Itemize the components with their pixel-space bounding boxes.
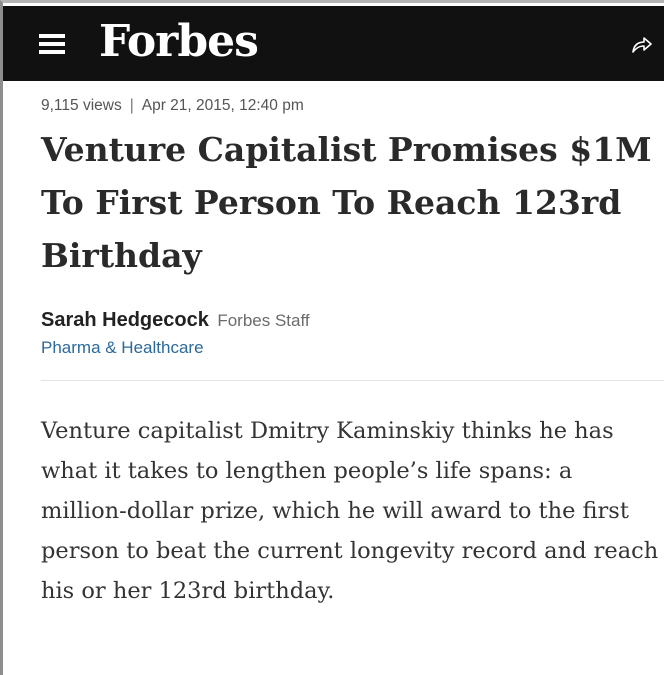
byline-divider: [41, 380, 664, 381]
author-role: Forbes Staff: [217, 311, 310, 330]
article-headline: Venture Capitalist Promises $1M To First…: [41, 130, 652, 275]
menu-line: [39, 50, 65, 54]
share-arrow-icon[interactable]: [630, 32, 654, 56]
author-name-link[interactable]: Sarah Hedgecock: [41, 309, 209, 331]
menu-line: [39, 34, 65, 38]
forbes-logo[interactable]: Forbes: [99, 12, 259, 72]
menu-line: [39, 42, 65, 46]
view-count: 9,115 views: [41, 97, 122, 114]
channel-link[interactable]: Pharma & Healthcare: [41, 338, 204, 358]
hamburger-menu-icon[interactable]: [39, 34, 65, 54]
byline: Sarah Hedgecock Forbes Staff: [41, 309, 310, 332]
meta-separator: |: [129, 97, 134, 114]
article-lead-paragraph: Venture capitalist Dmitry Kaminskiy thin…: [41, 418, 659, 604]
article-meta: 9,115 views | Apr 21, 2015, 12:40 pm: [41, 97, 304, 115]
app-frame: Forbes 9,115 views | Apr 21, 2015, 12:40 p…: [0, 0, 664, 675]
top-navigation-bar: Forbes: [3, 6, 664, 81]
publish-date: Apr 21, 2015, 12:40 pm: [141, 97, 304, 114]
